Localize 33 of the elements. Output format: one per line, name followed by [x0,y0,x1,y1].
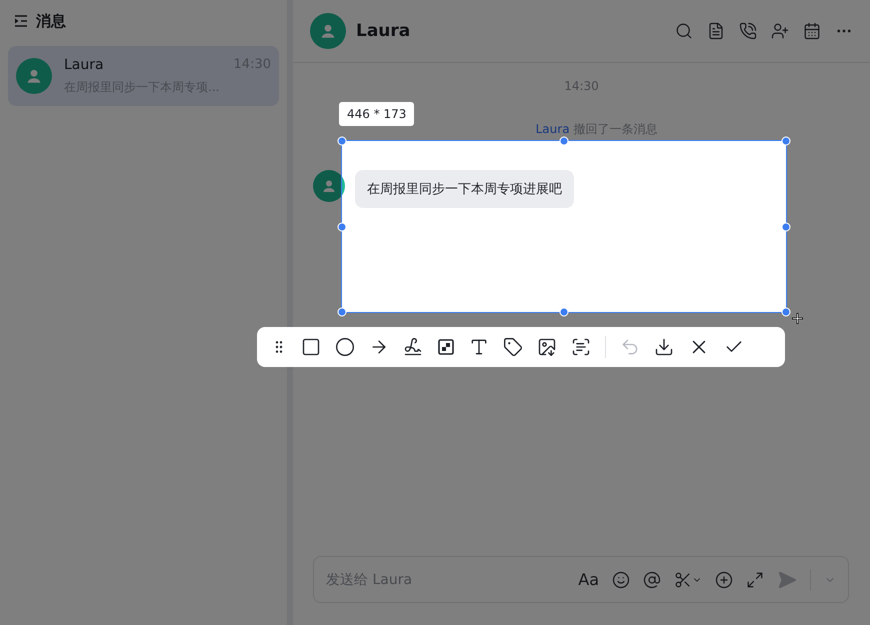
add-user-icon[interactable] [771,22,789,40]
message-bubble: 在周报里同步一下本周专项进展吧 [355,170,574,208]
size-label: 446 * 173 [339,102,414,126]
tag-icon[interactable] [503,337,523,357]
mention-icon[interactable] [643,570,661,588]
recall-notice: Laura 撤回了一条消息 [536,121,658,138]
expand-icon[interactable] [746,570,764,588]
time-divider: 14:30 [564,79,599,93]
scissors-icon[interactable] [674,570,702,588]
font-format-icon[interactable]: Aa [578,570,599,589]
pen-icon[interactable] [403,337,423,357]
sidebar-toggle-icon[interactable] [14,15,28,27]
circle-icon[interactable] [335,337,355,357]
add-icon[interactable] [715,570,733,588]
crosshair-icon [792,313,803,324]
sidebar-title: 消息 [36,12,66,30]
rectangle-icon[interactable] [301,337,321,357]
mosaic-icon[interactable] [437,338,455,356]
search-icon[interactable] [675,22,693,40]
calendar-icon[interactable] [803,22,821,40]
chat-title: Laura [356,21,412,41]
download-icon[interactable] [654,337,674,357]
person-icon [319,22,337,40]
emoji-icon[interactable] [612,570,630,588]
contact-name: Laura [64,56,104,72]
person-icon [321,178,337,194]
image-icon[interactable] [537,337,557,357]
scan-text-icon[interactable] [571,337,591,357]
message-input[interactable]: 发送给 Laura Aa [313,556,849,603]
phone-icon[interactable] [739,22,757,40]
person-icon [25,67,43,85]
text-icon[interactable] [469,337,489,357]
document-icon[interactable] [707,22,725,40]
